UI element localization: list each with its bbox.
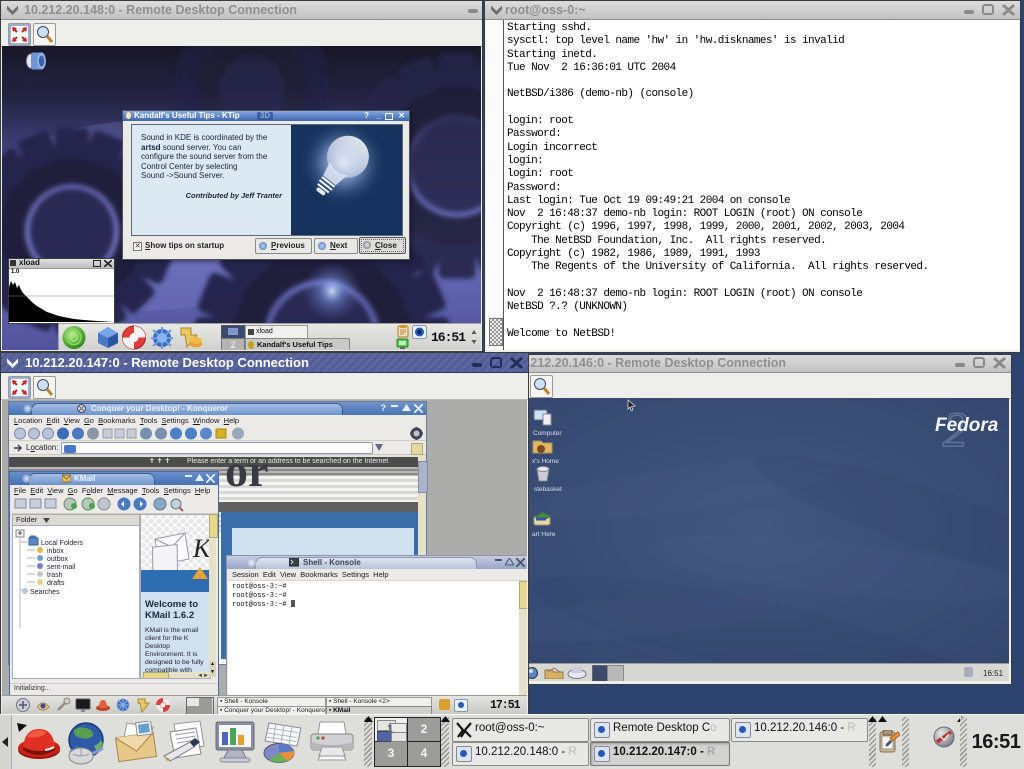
svg-text:K: K	[192, 534, 210, 563]
svg-text:Searches: Searches	[30, 589, 60, 596]
svg-text:trash: trash	[47, 572, 63, 579]
svg-text:drafts: drafts	[47, 580, 65, 587]
svg-text:Local Folders: Local Folders	[41, 540, 84, 547]
svg-text:sent-mail: sent-mail	[47, 564, 76, 571]
svg-text:inbox: inbox	[47, 548, 64, 555]
svg-text:outbox: outbox	[47, 556, 69, 563]
svg-text:Fedora: Fedora	[935, 415, 999, 436]
